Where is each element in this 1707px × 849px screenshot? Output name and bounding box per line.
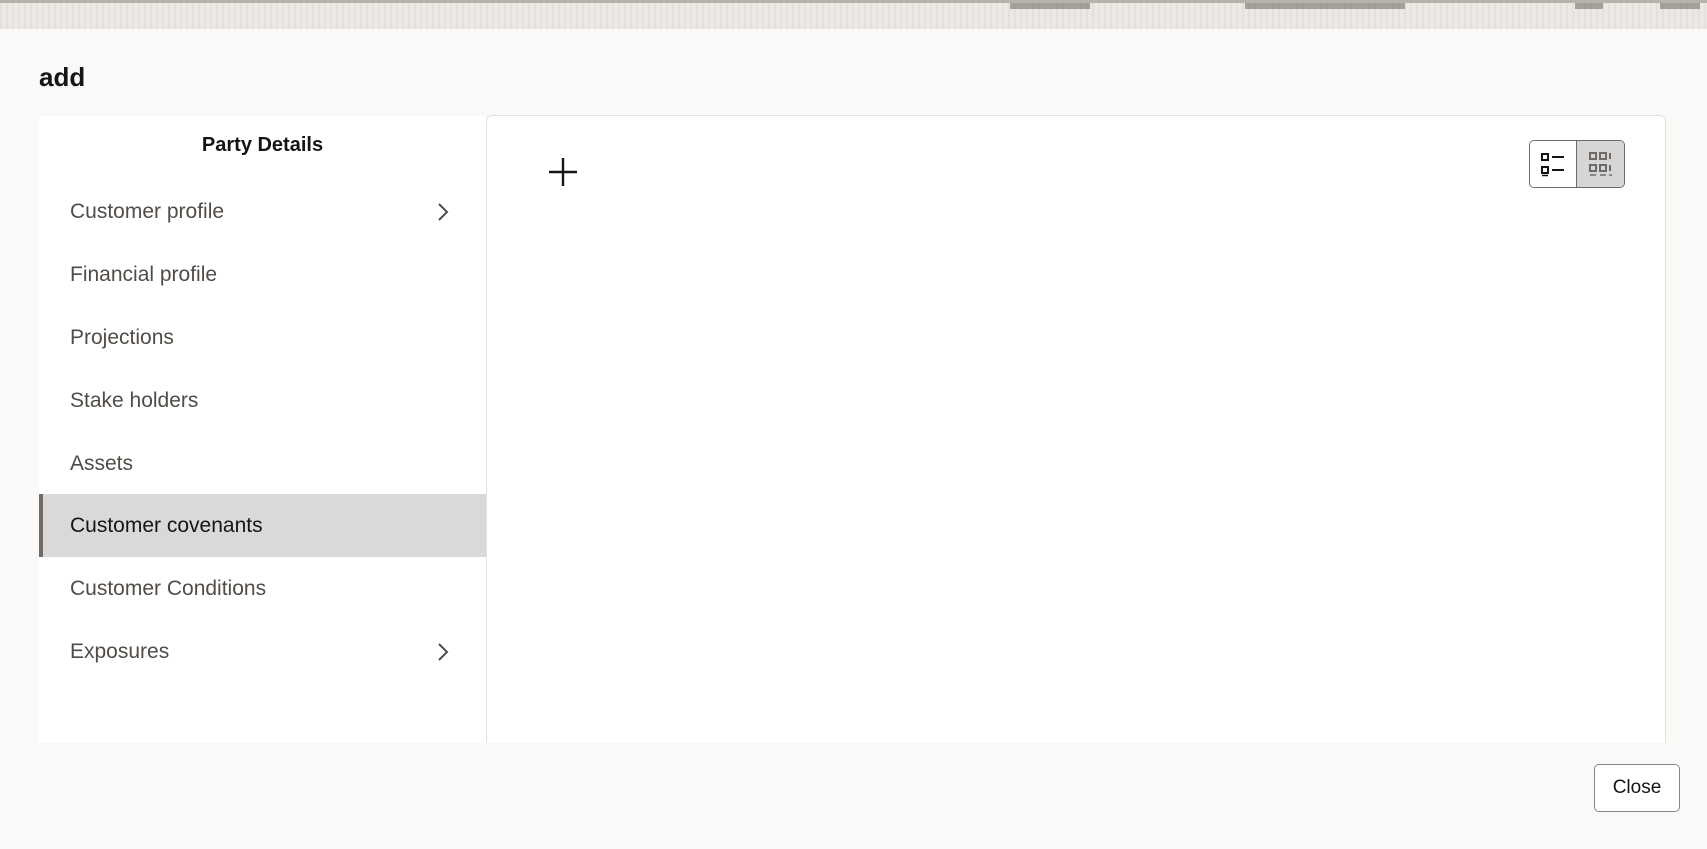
- close-button[interactable]: Close: [1594, 764, 1680, 812]
- list-view-button[interactable]: [1530, 141, 1578, 187]
- add-covenant-button[interactable]: [546, 155, 580, 189]
- dialog-title: add: [39, 62, 86, 92]
- nav-item-stake-holders[interactable]: Stake holders: [39, 369, 486, 432]
- nav-item-customer-profile[interactable]: Customer profile: [39, 180, 486, 243]
- nav-item-label: Exposures: [70, 639, 170, 663]
- nav-item-label: Stake holders: [70, 388, 199, 412]
- nav-item-label: Projections: [70, 325, 174, 349]
- grid-view-icon: [1588, 152, 1612, 176]
- nav-item-customer-conditions[interactable]: Customer Conditions: [39, 557, 486, 620]
- view-toggle: [1529, 140, 1625, 188]
- background-app-header-strip: [0, 0, 1707, 29]
- nav-item-assets[interactable]: Assets: [39, 432, 486, 495]
- plus-icon: [549, 158, 577, 186]
- nav-item-financial-profile[interactable]: Financial profile: [39, 243, 486, 306]
- list-view-icon: [1541, 153, 1564, 177]
- nav-item-label: Customer profile: [70, 199, 225, 223]
- nav-header: Party Details: [201, 134, 324, 156]
- chevron-right-icon: [436, 201, 450, 223]
- chevron-right-icon: [436, 641, 450, 663]
- nav-item-exposures[interactable]: Exposures: [39, 620, 486, 683]
- nav-item-label: Customer covenants: [70, 513, 263, 537]
- nav-item-label: Financial profile: [70, 262, 218, 286]
- grid-view-button[interactable]: [1577, 141, 1624, 187]
- nav-item-projections[interactable]: Projections: [39, 306, 486, 369]
- nav-item-customer-covenants[interactable]: Customer covenants: [39, 494, 486, 557]
- nav-item-label: Assets: [70, 451, 134, 475]
- party-details-nav: Party Details Customer profile Financial…: [39, 116, 486, 743]
- covenants-content-panel: [486, 115, 1666, 743]
- nav-item-label: Customer Conditions: [70, 576, 267, 600]
